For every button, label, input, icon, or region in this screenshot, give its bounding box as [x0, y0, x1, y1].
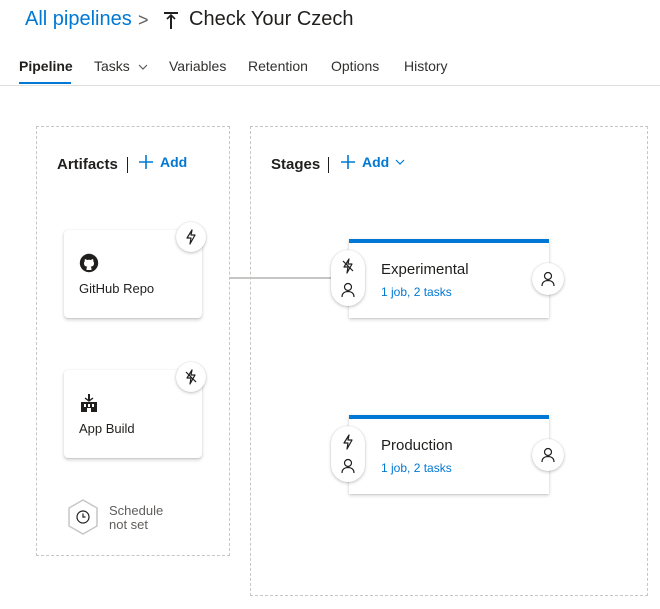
- page-title: Check Your Czech: [189, 8, 354, 30]
- artifacts-panel: [36, 126, 230, 556]
- github-icon: [79, 253, 99, 273]
- schedule-line-2: not set: [109, 517, 149, 532]
- plus-icon: [139, 155, 153, 169]
- release-pipeline-icon: [164, 12, 178, 29]
- person-icon: [541, 447, 555, 463]
- artifact-stage-connector: [230, 277, 332, 279]
- tab-options[interactable]: Options: [331, 58, 379, 74]
- person-icon: [541, 271, 555, 287]
- stage-card-production[interactable]: [349, 415, 549, 494]
- chevron-down-icon: [138, 64, 148, 71]
- schedule-status: Schedule not set: [109, 504, 163, 532]
- chevron-down-icon: [395, 159, 405, 165]
- pre-deployment-conditions: [331, 250, 365, 306]
- tab-tasks[interactable]: Tasks: [94, 58, 148, 74]
- person-icon: [341, 282, 355, 298]
- pre-deployment-conditions: [331, 426, 365, 482]
- stage-tasks-link[interactable]: 1 job, 2 tasks: [381, 461, 452, 475]
- tabs-divider: [0, 85, 660, 86]
- tab-history[interactable]: History: [404, 58, 448, 74]
- title-divider: [328, 157, 329, 173]
- add-stage-label: Add: [362, 154, 390, 170]
- tab-variables[interactable]: Variables: [169, 58, 226, 74]
- active-tab-indicator: [19, 82, 71, 84]
- lightning-off-icon: [185, 369, 197, 385]
- artifact-label: App Build: [79, 421, 135, 436]
- person-icon: [341, 458, 355, 474]
- artifacts-title: Artifacts: [57, 156, 118, 173]
- stages-panel: [250, 126, 648, 596]
- title-divider: [127, 157, 128, 173]
- stage-card-experimental[interactable]: [349, 239, 549, 318]
- stage-name: Experimental: [381, 261, 469, 278]
- add-stage-button[interactable]: Add: [340, 154, 405, 170]
- post-deployment-approvers-button[interactable]: [532, 263, 564, 295]
- pre-deployment-trigger-button[interactable]: [341, 258, 355, 274]
- lightning-icon: [343, 434, 353, 450]
- lightning-icon: [186, 229, 196, 245]
- tab-retention[interactable]: Retention: [248, 58, 308, 74]
- add-artifact-label: Add: [160, 154, 188, 170]
- post-deployment-approvers-button[interactable]: [532, 439, 564, 471]
- pre-deployment-trigger-button[interactable]: [342, 434, 354, 450]
- build-icon: [81, 394, 97, 412]
- continuous-deployment-trigger-button[interactable]: [176, 362, 206, 392]
- add-artifact-button[interactable]: Add: [138, 154, 187, 170]
- schedule-trigger-button[interactable]: [66, 498, 100, 536]
- tab-tasks-label: Tasks: [94, 58, 130, 74]
- tab-pipeline[interactable]: Pipeline: [19, 58, 73, 74]
- stage-name: Production: [381, 437, 453, 454]
- lightning-off-icon: [342, 258, 354, 274]
- stages-title: Stages: [271, 156, 321, 173]
- pre-deployment-approvers-button[interactable]: [341, 282, 355, 298]
- plus-icon: [341, 155, 355, 169]
- all-pipelines-link[interactable]: All pipelines: [25, 8, 132, 31]
- breadcrumb-separator: >: [138, 10, 149, 30]
- continuous-deployment-trigger-button[interactable]: [176, 222, 206, 252]
- artifact-label: GitHub Repo: [79, 281, 155, 296]
- pre-deployment-approvers-button[interactable]: [341, 458, 355, 474]
- stage-tasks-link[interactable]: 1 job, 2 tasks: [381, 285, 452, 299]
- schedule-line-1: Schedule: [109, 503, 164, 518]
